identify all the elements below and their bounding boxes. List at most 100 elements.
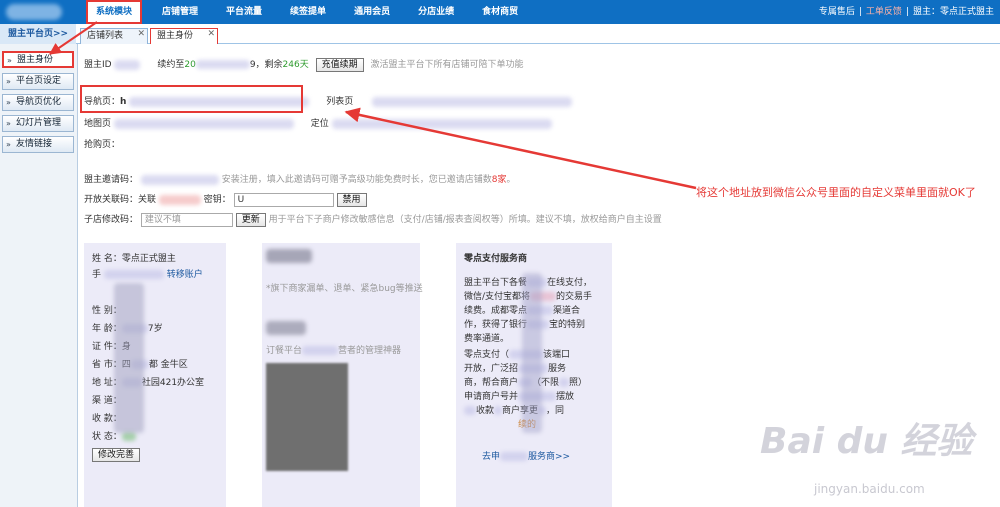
- become-provider-link[interactable]: 去申 服务商>>: [482, 449, 570, 462]
- pay-text: 该端口: [543, 350, 571, 360]
- province-tail: 都 金牛区: [148, 360, 188, 370]
- pay-text-line: 零点支付（ 该端口: [464, 347, 570, 360]
- annotation-text: 将这个地址放到微信公众号里面的自定义菜单里面就OK了: [696, 186, 976, 199]
- sidebar-item-slideshow[interactable]: » 幻灯片管理: [2, 115, 74, 132]
- open-code-row: 开放关联码：关联 密钥： U 禁用: [84, 192, 367, 207]
- current-user: 盟主：零点正式盟主: [912, 7, 994, 17]
- age-tail: 7岁: [147, 324, 163, 334]
- edit-profile-button[interactable]: 修改完善: [92, 448, 141, 462]
- pay-text: 盟主平台下各餐: [464, 278, 528, 288]
- sidebar-item-label: 平台页设定: [16, 76, 62, 86]
- pay-text: 宝的特别: [549, 320, 586, 330]
- pay-text: 续费。成都零点: [464, 306, 528, 316]
- pay-service-card: 零点支付服务商 盟主平台下各餐 在线支付， 微信/支付宝都将 的交易手 续费。成都零…: [456, 243, 612, 507]
- top-navigation-bar: 系统模块 店铺管理 平台流量 续签提单 通用会员 分店业绩 食材商贸 专属售后 …: [0, 0, 1000, 24]
- grab-page-row: 抢购页：: [84, 137, 120, 150]
- redacted-block: [266, 249, 312, 263]
- mid-subtitle-b: 营者的管理神器: [338, 346, 402, 356]
- grab-page-label: 抢购页：: [84, 140, 121, 150]
- disable-button[interactable]: 禁用: [336, 192, 367, 207]
- key-label: 密钥：: [203, 195, 231, 205]
- sidebar-item-friend-links[interactable]: » 友情链接: [2, 136, 74, 153]
- redacted-value: [559, 378, 570, 387]
- owner-id-row: 盟主ID 续约至20 9，剩余246天 充值续期 激活盟主平台下所有店铺可陪下单功…: [84, 57, 524, 72]
- pay-text-line: 收款 商户享更 ，同: [464, 403, 564, 416]
- renew-date: 20: [184, 60, 196, 70]
- mid-subtitle: 订餐平台 营者的管理神器: [266, 343, 401, 356]
- address-tail: 社园421办公室: [141, 378, 205, 388]
- nav-renewal[interactable]: 续签提单: [282, 0, 334, 24]
- pay-text-line: 申请商户号并 摆放: [464, 389, 574, 402]
- chevron-right-icon: »: [6, 98, 11, 107]
- map-page-label: 地图页: [84, 119, 112, 129]
- sidebar-item-label: 盟主身份: [17, 55, 54, 65]
- update-button[interactable]: 更新: [235, 212, 266, 227]
- close-icon[interactable]: ✕: [207, 27, 215, 42]
- sub-code-input[interactable]: 建议不填: [140, 212, 233, 227]
- invite-code-label: 盟主邀请码：: [84, 175, 139, 185]
- redacted-value: [114, 59, 141, 70]
- redacted-value: [331, 118, 552, 129]
- pay-text: 摆放: [556, 392, 575, 402]
- separator: |: [905, 7, 909, 17]
- sidebar-item-nav-optimize[interactable]: » 导航页优化: [2, 94, 74, 111]
- redacted-block: [522, 273, 542, 433]
- redacted-block: [114, 283, 144, 433]
- push-hint-text: *旗下商家漏单、退单、紧急bug等推送: [266, 284, 423, 294]
- redacted-value: [103, 270, 164, 279]
- recharge-button[interactable]: 充值续期: [315, 57, 364, 72]
- redacted-value: [140, 174, 219, 185]
- key-field[interactable]: U: [233, 192, 334, 207]
- pay-text: 渠道合: [553, 306, 581, 316]
- link-text: 服务商>>: [528, 452, 571, 462]
- baidu-watermark-logo: Bai du 经验: [760, 421, 973, 462]
- profile-address: 地 址： 社园421办公室: [92, 375, 204, 388]
- close-icon[interactable]: ✕: [137, 27, 145, 42]
- nav-platform-traffic[interactable]: 平台流量: [218, 0, 270, 24]
- location-label: 定位: [310, 119, 329, 129]
- push-hint: *旗下商家漏单、退单、紧急bug等推送: [266, 281, 423, 294]
- redacted-value: [158, 194, 201, 205]
- nav-system-module[interactable]: 系统模块: [86, 0, 143, 24]
- redacted-block: [266, 321, 306, 335]
- remaining-days: 246天: [282, 60, 309, 70]
- link-text: 去申: [482, 452, 501, 462]
- nav-food-trade[interactable]: 食材商贸: [474, 0, 526, 24]
- list-page-label: 列表页: [326, 97, 354, 107]
- redacted-value: [464, 406, 476, 415]
- pay-text: 在线支付，: [547, 278, 593, 288]
- open-code-label: 开放关联码：: [84, 195, 139, 205]
- redacted-value: [121, 432, 136, 441]
- nav-branch-performance[interactable]: 分店业绩: [410, 0, 462, 24]
- mid-subtitle-a: 订餐平台: [266, 346, 303, 356]
- sidebar-item-label: 幻灯片管理: [16, 118, 62, 128]
- after-sales-link[interactable]: 专属售后: [819, 0, 855, 24]
- top-right-links: 专属售后 | 工单反馈 | 盟主：零点正式盟主: [819, 0, 994, 24]
- owner-id-label: 盟主ID: [84, 60, 112, 70]
- redacted-value: [302, 346, 339, 355]
- transfer-account-link[interactable]: 转移账户: [167, 270, 203, 280]
- highlight-box: [80, 85, 303, 113]
- pay-text: 作，获得了银行: [464, 320, 528, 330]
- tab-owner-identity[interactable]: 盟主身份 ✕: [150, 28, 218, 44]
- redacted-value: [494, 406, 503, 415]
- sidebar-item-platform-settings[interactable]: » 平台页设定: [2, 73, 74, 90]
- redacted-value: [195, 60, 250, 69]
- sidebar: » 盟主身份 » 平台页设定 » 导航页优化 » 幻灯片管理 » 友情链接: [0, 44, 78, 507]
- ticket-feedback-link[interactable]: 工单反馈: [866, 0, 902, 24]
- sub-code-hint: 用于平台下子商户修改敏感信息（支付/店铺/报表查阅权等）所填。建议不填，放权给商…: [268, 215, 662, 225]
- sidebar-item-owner-identity[interactable]: » 盟主身份: [2, 51, 74, 68]
- pay-text: 微信/支付宝都将: [464, 292, 531, 302]
- nav-membership[interactable]: 通用会员: [346, 0, 398, 24]
- redacted-value: [500, 452, 529, 461]
- profile-card: 姓 名：零点正式盟主 手 转移账户 性 别： 年 龄： 7岁 证 件：身 省 市：…: [84, 243, 226, 507]
- push-card: *旗下商家漏单、退单、紧急bug等推送 订餐平台 营者的管理神器: [262, 243, 423, 507]
- separator: |: [858, 7, 862, 17]
- invite-hint: 安装注册，填入此邀请码可赠予高级功能免费时长，您已邀请店铺数: [221, 175, 492, 185]
- tab-label: 盟主身份: [157, 31, 194, 41]
- tab-store-list[interactable]: 店铺列表 ✕: [80, 28, 148, 44]
- pay-text: 照）: [569, 378, 588, 388]
- renew-hint: 激活盟主平台下所有店铺可陪下单功能: [370, 60, 524, 70]
- pay-text-line: 开放，广泛招 服务: [464, 361, 566, 374]
- nav-store-management[interactable]: 店铺管理: [154, 0, 206, 24]
